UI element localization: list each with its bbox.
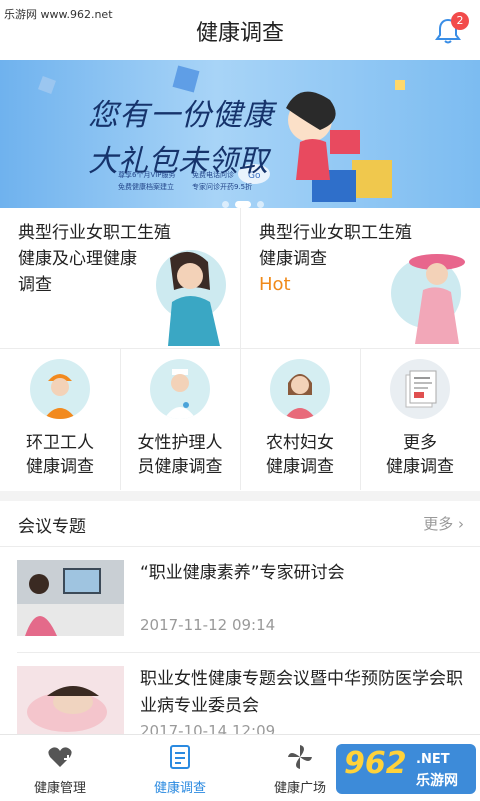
tab-label: 健康调查: [153, 781, 206, 796]
category-more[interactable]: 更多 健康调查: [360, 349, 480, 490]
tab-health-survey[interactable]: 健康调查: [120, 735, 240, 801]
banner-fine-print-4: 专家问诊开药9.5折: [192, 183, 253, 191]
featured-survey-1[interactable]: 典型行业女职工生殖 健康及心理健康 调查: [0, 208, 240, 348]
sanitation-worker-avatar: [30, 359, 90, 419]
nurse-avatar: [150, 359, 210, 419]
label-line: 更多: [403, 433, 437, 453]
banner-fine-print-3: 免费健康档案建立: [118, 183, 174, 191]
label-line: 女性护理人: [137, 433, 223, 453]
survey-document-icon: [170, 745, 190, 769]
banner-headline-1: 您有一份健康: [88, 98, 274, 133]
featured-survey-2[interactable]: 典型行业女职工生殖 健康调查 Hot: [241, 208, 480, 348]
heart-plus-icon: [48, 747, 72, 767]
pregnant-woman-figure: [168, 251, 220, 346]
more-label: 更多: [423, 515, 454, 533]
category-rural-women[interactable]: 农村妇女 健康调查: [240, 349, 360, 490]
banner-fine-print-1: 尊享6个月VIP服务: [118, 171, 176, 179]
chevron-right-icon: ›: [453, 515, 464, 533]
news-title: 职业女性健康专题会议暨中华预防医学会职业病专业委员会: [140, 669, 463, 716]
title-line: 调查: [18, 275, 52, 295]
site-logo-overlay: 962 .NET 乐游网: [336, 744, 476, 794]
label-line: 健康调查: [266, 457, 334, 477]
tab-label: 健康管理: [33, 781, 86, 796]
category-label: 女性护理人 员健康调查: [120, 431, 240, 479]
label-line: 健康调查: [26, 457, 94, 477]
label-line: 员健康调查: [137, 457, 223, 477]
category-label: 更多 健康调查: [360, 431, 480, 479]
notification-badge: 2: [451, 12, 469, 30]
category-label: 农村妇女 健康调查: [240, 431, 360, 479]
title-line: 典型行业女职工生殖: [18, 223, 171, 243]
logo-number: 962: [344, 746, 407, 781]
news-date: 2017-11-12 09:14: [140, 616, 276, 634]
more-link[interactable]: 更多 ›: [423, 513, 464, 534]
label-line: 环卫工人: [26, 433, 94, 453]
carousel-dot[interactable]: [257, 201, 264, 208]
category-sanitation-workers[interactable]: 环卫工人 健康调查: [0, 349, 120, 490]
label-line: 农村妇女: [266, 433, 334, 453]
section-gap: [0, 491, 480, 501]
tab-health-management[interactable]: 健康管理: [0, 735, 120, 801]
category-nurses[interactable]: 女性护理人 员健康调查: [120, 349, 240, 490]
label-line: 健康调查: [386, 457, 454, 477]
banner-headline-2: 大礼包未领取: [88, 144, 268, 179]
banner-fine-print-2: 免费电话问诊: [192, 171, 234, 179]
news-item[interactable]: “职业健康素养”专家研讨会 2017-11-12 09:14: [0, 546, 480, 664]
news-thumbnail: [17, 666, 124, 742]
pinwheel-icon: [288, 745, 312, 769]
carousel-dot[interactable]: [222, 201, 229, 208]
news-title: “职业健康素养”专家研讨会: [140, 563, 345, 583]
category-label: 环卫工人 健康调查: [0, 431, 120, 479]
title-line: 健康及心理健康: [18, 249, 137, 269]
logo-site: 乐游网: [416, 773, 458, 789]
news-thumbnail: [17, 560, 124, 636]
featured-survey-1-title: 典型行业女职工生殖 健康及心理健康 调查: [18, 220, 171, 298]
section-title: 会议专题: [18, 517, 86, 537]
woman-with-hat-figure: [409, 254, 465, 344]
document-stack-icon: [390, 359, 450, 419]
rural-woman-avatar: [270, 359, 330, 419]
promo-banner[interactable]: Go 您有一份健康 大礼包未领取 尊享6个月VIP服务 免费电话问诊 免费健康档…: [0, 60, 480, 208]
carousel-dot-active[interactable]: [235, 201, 251, 208]
logo-net: .NET: [416, 752, 450, 767]
title-line: 典型行业女职工生殖: [259, 223, 412, 243]
watermark: 乐游网 www.962.net: [4, 8, 113, 21]
